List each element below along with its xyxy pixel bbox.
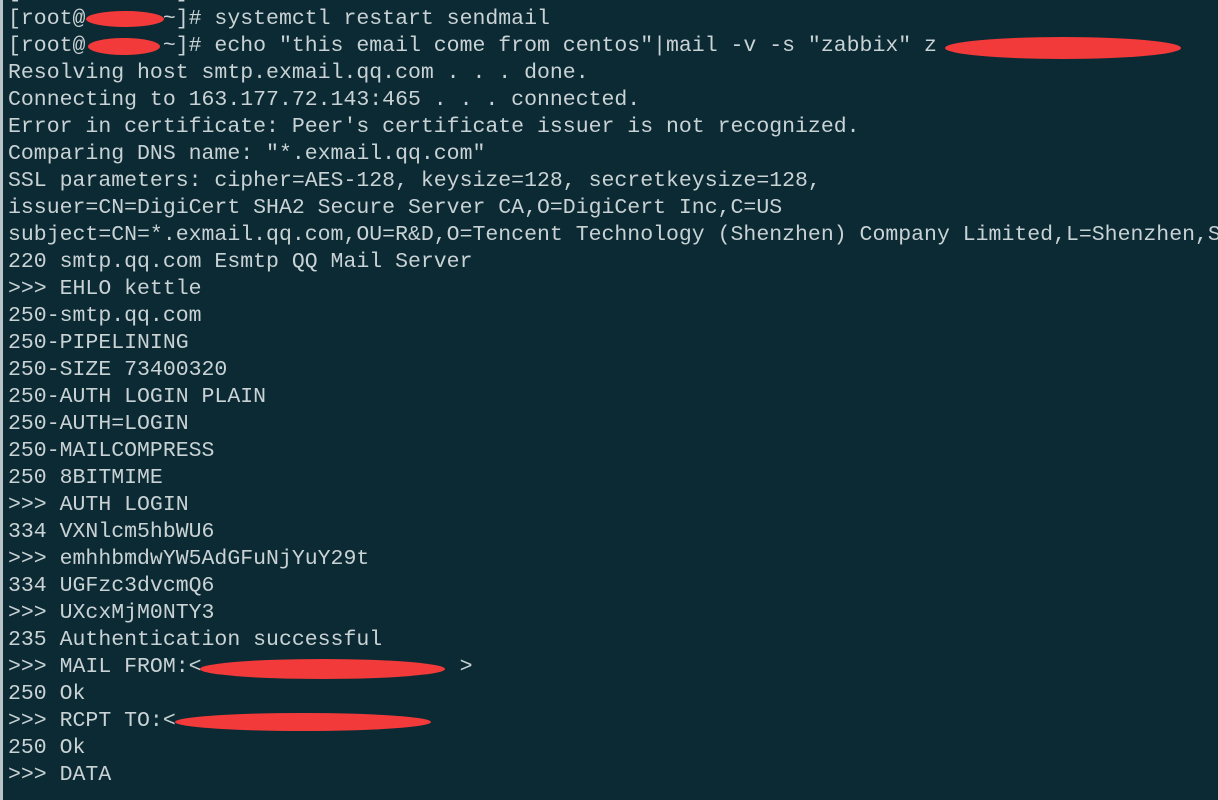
redaction-mark: [86, 11, 164, 27]
terminal-line: issuer=CN=DigiCert SHA2 Secure Server CA…: [8, 196, 783, 220]
terminal-line: >>> EHLO kettle: [8, 277, 202, 301]
redaction-mark: [945, 37, 1181, 59]
terminal-line: Resolving host smtp.exmail.qq.com . . . …: [8, 61, 589, 85]
terminal-line: >>> UXcxMjM0NTY3: [8, 601, 215, 625]
terminal-output[interactable]: [root@ ~]# [root@ ~]# systemctl restart …: [8, 0, 1218, 789]
redaction-mark: [88, 38, 160, 55]
redaction-mark: [175, 713, 431, 731]
terminal-line: 220 smtp.qq.com Esmtp QQ Mail Server: [8, 250, 473, 274]
terminal-line: >>> AUTH LOGIN: [8, 493, 189, 517]
terminal-line: >>> emhhbmdwYW5AdGFuNjYuY29t: [8, 547, 370, 571]
terminal-line: Connecting to 163.177.72.143:465 . . . c…: [8, 88, 641, 112]
terminal-line: 250 Ok: [8, 682, 86, 706]
terminal-line: [root@ ~]# systemctl restart sendmail: [8, 7, 550, 31]
terminal-line: 250-smtp.qq.com: [8, 304, 202, 328]
terminal-line: Error in certificate: Peer's certificate…: [8, 115, 860, 139]
terminal-line: 250 Ok: [8, 736, 86, 760]
terminal-line: 250-SIZE 73400320: [8, 358, 228, 382]
terminal-line: subject=CN=*.exmail.qq.com,OU=R&D,O=Tenc…: [8, 223, 1218, 247]
terminal-line: 235 Authentication successful: [8, 628, 383, 652]
terminal-line: 334 VXNlcm5hbWU6: [8, 520, 215, 544]
window-edge: [0, 0, 3, 800]
terminal-line: SSL parameters: cipher=AES-128, keysize=…: [8, 169, 821, 193]
terminal-line: 334 UGFzc3dvcmQ6: [8, 574, 215, 598]
terminal-line: >>> DATA: [8, 763, 112, 787]
terminal-line: 250-AUTH=LOGIN: [8, 412, 189, 436]
terminal-line: Comparing DNS name: "*.exmail.qq.com": [8, 142, 486, 166]
terminal-line: 250 8BITMIME: [8, 466, 163, 490]
terminal-line: >>> MAIL FROM:< >: [8, 655, 473, 679]
terminal-line: 250-AUTH LOGIN PLAIN: [8, 385, 267, 409]
terminal-line: 250-PIPELINING: [8, 331, 189, 355]
terminal-line: 250-MAILCOMPRESS: [8, 439, 215, 463]
redaction-mark: [200, 659, 445, 679]
